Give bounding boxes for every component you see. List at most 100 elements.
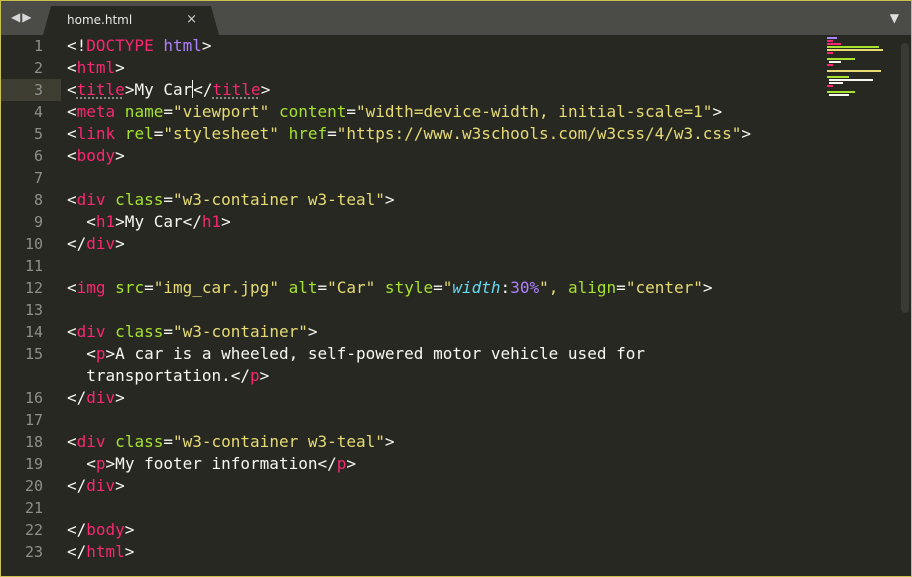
code-token: = xyxy=(317,278,328,297)
line-number: 7 xyxy=(33,169,43,187)
code-token: > xyxy=(712,102,723,121)
code-token: > xyxy=(115,146,125,165)
code-token: >My footer information</ xyxy=(105,454,337,473)
code-token: "width=device-width, initial-scale=1" xyxy=(356,102,713,121)
code-token: "viewport" xyxy=(172,102,270,121)
code-token: >A car is a wheeled, self-powered motor … xyxy=(105,344,645,363)
code-token: < xyxy=(67,124,77,143)
code-token: "w3-container w3-teal" xyxy=(172,190,385,209)
code-token: href xyxy=(278,124,328,143)
code-token: "Car" xyxy=(327,278,376,297)
code-line-9: <h1>My Car</h1> xyxy=(67,211,231,233)
code-token: > xyxy=(346,454,357,473)
code-token: >My Car xyxy=(124,80,193,99)
code-token: html xyxy=(86,542,125,561)
code-token: > xyxy=(115,234,125,253)
code-token: < xyxy=(67,58,77,77)
nav-forward-icon[interactable]: ▶ xyxy=(22,10,33,24)
line-number: 12 xyxy=(24,279,43,297)
code-line-6: <body> xyxy=(67,145,125,167)
tab-title: home.html xyxy=(67,13,133,27)
code-token: </ xyxy=(67,388,87,407)
code-token: < xyxy=(67,344,96,363)
line-number: 13 xyxy=(24,301,43,319)
code-token: h1 xyxy=(201,212,222,231)
line-number: 22 xyxy=(24,521,43,539)
minimap-line xyxy=(829,94,849,96)
code-token: div xyxy=(86,234,116,253)
code-token: "center" xyxy=(625,278,703,297)
code-token: > xyxy=(259,366,270,385)
minimap-line xyxy=(827,40,833,42)
minimap-line xyxy=(829,61,841,63)
code-token: < xyxy=(67,278,77,297)
code-token: "stylesheet" xyxy=(163,124,279,143)
code-token: > xyxy=(741,124,751,143)
code-token: > xyxy=(201,36,212,55)
code-token: , xyxy=(548,278,568,297)
code-token: DOCTYPE xyxy=(86,36,154,55)
code-token: < xyxy=(67,102,77,121)
code-token: style xyxy=(375,278,434,297)
code-token: title xyxy=(212,80,261,99)
line-number: 11 xyxy=(24,257,43,275)
code-token: = xyxy=(163,322,173,341)
code-token: h1 xyxy=(95,212,116,231)
line-number: 15 xyxy=(24,345,43,363)
minimap[interactable] xyxy=(827,37,897,97)
code-token: div xyxy=(76,432,106,451)
code-token: src xyxy=(105,278,145,297)
line-number: 5 xyxy=(33,125,43,143)
editor-window: ◀▶ home.html × ▼ 1 2 3 4 5 6 7 8 9 10 11… xyxy=(0,0,912,577)
code-token: "w3-container w3-teal" xyxy=(172,432,385,451)
line-number: 21 xyxy=(24,499,43,517)
code-editor[interactable]: 1 2 3 4 5 6 7 8 9 10 11 12 13 14 15 16 1… xyxy=(1,35,911,576)
code-token: > xyxy=(124,520,135,539)
code-token: < xyxy=(67,80,77,99)
code-token: > xyxy=(260,80,271,99)
chevron-down-icon[interactable]: ▼ xyxy=(890,11,899,25)
close-icon[interactable]: × xyxy=(186,12,197,27)
code-token: html xyxy=(153,36,202,55)
code-token: </ xyxy=(67,520,87,539)
minimap-line xyxy=(827,85,833,87)
code-token: > xyxy=(124,542,135,561)
code-token: > xyxy=(115,58,125,77)
code-line-15-wrap: transportation.</p> xyxy=(67,365,269,387)
minimap-line xyxy=(829,79,873,81)
line-number: 6 xyxy=(33,147,43,165)
minimap-line xyxy=(829,82,843,84)
code-token: = xyxy=(346,102,357,121)
line-number: 3 xyxy=(33,81,43,99)
line-number: 14 xyxy=(24,323,43,341)
code-area[interactable]: <!DOCTYPE html> <html> <title>My Car</ti… xyxy=(67,35,827,576)
code-token: " xyxy=(539,278,549,297)
minimap-line xyxy=(827,64,833,66)
scrollbar-thumb[interactable] xyxy=(901,43,909,313)
code-token: "https://www.w3schools.com/w3css/4/w3.cs… xyxy=(336,124,742,143)
code-token: </ xyxy=(67,542,87,561)
code-line-19: <p>My footer information</p> xyxy=(67,453,356,475)
code-token: < xyxy=(67,322,77,341)
line-number: 1 xyxy=(33,37,43,55)
code-line-8: <div class="w3-container w3-teal"> xyxy=(67,189,395,211)
nav-back-icon[interactable]: ◀ xyxy=(11,10,22,24)
tab-home-html[interactable]: home.html × xyxy=(43,6,219,35)
code-token: p xyxy=(336,454,347,473)
line-number: 10 xyxy=(24,235,43,253)
code-token: > xyxy=(702,278,713,297)
line-number: 19 xyxy=(24,455,43,473)
code-token: body xyxy=(76,146,116,165)
code-line-14: <div class="w3-container"> xyxy=(67,321,317,343)
code-token: div xyxy=(86,476,116,495)
code-token: width xyxy=(452,278,501,297)
code-line-20: </div> xyxy=(67,475,125,497)
tab-bar: ◀▶ home.html × ▼ xyxy=(1,1,911,35)
code-line-15: <p>A car is a wheeled, self-powered moto… xyxy=(67,343,645,365)
minimap-line xyxy=(827,43,841,45)
code-token: > xyxy=(307,322,318,341)
code-token: = xyxy=(163,432,173,451)
code-token: content xyxy=(269,102,347,121)
code-token: meta xyxy=(76,102,116,121)
minimap-line xyxy=(827,49,883,51)
